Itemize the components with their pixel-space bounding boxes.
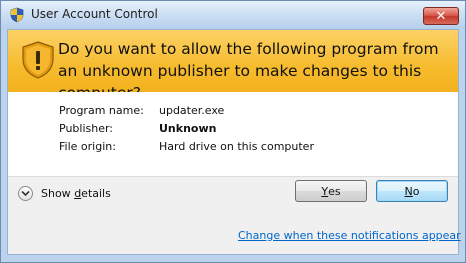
title-bar: User Account Control ✕ <box>1 1 465 29</box>
file-origin-label: File origin: <box>59 140 116 153</box>
warning-banner: Do you want to allow the following progr… <box>8 30 458 102</box>
uac-shield-icon <box>10 7 24 23</box>
program-name-label: Program name: <box>59 104 144 117</box>
change-notifications-link[interactable]: Change when these notifications appear <box>238 229 461 242</box>
program-name-value: updater.exe <box>159 104 225 117</box>
no-button[interactable]: No <box>376 180 448 202</box>
chevron-down-icon <box>18 185 33 201</box>
show-details-toggle[interactable]: Show details <box>18 184 111 202</box>
program-info: Program name: updater.exe Publisher: Unk… <box>8 92 458 177</box>
yes-button[interactable]: Yes <box>295 180 367 202</box>
dialog-body: Do you want to allow the following progr… <box>7 29 461 255</box>
close-button[interactable]: ✕ <box>423 7 459 25</box>
window-title: User Account Control <box>31 7 158 21</box>
publisher-value: Unknown <box>159 122 217 135</box>
close-icon: ✕ <box>435 8 447 24</box>
file-origin-value: Hard drive on this computer <box>159 140 314 153</box>
publisher-label: Publisher: <box>59 122 114 135</box>
warning-shield-icon <box>22 41 54 79</box>
show-details-label: Show details <box>41 186 111 200</box>
uac-dialog: User Account Control ✕ Do you want to al… <box>0 0 466 263</box>
